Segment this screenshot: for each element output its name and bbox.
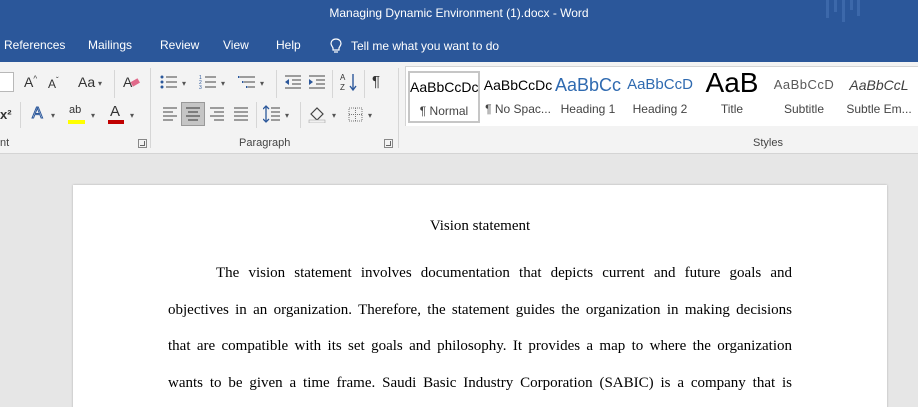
tell-me-box[interactable]: Tell me what you want to do bbox=[330, 38, 499, 54]
style-normal[interactable]: AaBbCcDc ¶ Normal bbox=[408, 71, 480, 123]
svg-text:Z: Z bbox=[340, 83, 345, 92]
style-name: Subtle Em... bbox=[846, 102, 912, 116]
highlight-color-bar bbox=[68, 120, 85, 124]
document-page[interactable]: Vision statement The vision statement in… bbox=[73, 185, 887, 407]
style-heading-2[interactable]: AaBbCcD Heading 2 bbox=[624, 71, 696, 123]
style-preview: AaBbCcDc bbox=[483, 77, 553, 93]
chevron-down-icon[interactable]: ▾ bbox=[368, 111, 372, 120]
align-center-button[interactable] bbox=[181, 102, 205, 126]
font-dialog-launcher[interactable] bbox=[138, 139, 147, 148]
decrease-indent-icon[interactable] bbox=[284, 74, 302, 90]
multilevel-list-icon[interactable] bbox=[238, 74, 256, 90]
chevron-down-icon[interactable]: ▾ bbox=[91, 111, 95, 120]
style-preview: AaBbCc bbox=[554, 75, 622, 95]
line-spacing-icon[interactable] bbox=[263, 105, 281, 123]
chevron-down-icon[interactable]: ▾ bbox=[130, 111, 134, 120]
paragraph-line: The vision statement involves documentat… bbox=[216, 265, 792, 281]
window-title: Managing Dynamic Environment (1).docx - … bbox=[329, 6, 589, 20]
title-decoration bbox=[826, 0, 860, 22]
tab-review[interactable]: Review bbox=[160, 38, 199, 52]
paragraph-group-label: Paragraph bbox=[239, 137, 291, 149]
font-color-bar bbox=[108, 120, 124, 124]
shading-icon[interactable] bbox=[308, 105, 328, 123]
justify-icon[interactable] bbox=[233, 107, 249, 121]
superscript-button[interactable]: x² bbox=[0, 107, 12, 122]
group-divider bbox=[150, 68, 151, 148]
align-center-icon bbox=[186, 107, 200, 121]
style-subtle-emphasis[interactable]: AaBbCcL Subtle Em... bbox=[840, 71, 918, 123]
divider bbox=[20, 102, 21, 128]
svg-text:A: A bbox=[340, 73, 346, 82]
style-name: Title bbox=[720, 102, 744, 116]
svg-text:3: 3 bbox=[199, 85, 202, 90]
font-color-button[interactable]: A bbox=[106, 103, 126, 124]
style-title[interactable]: AaB Title bbox=[696, 71, 768, 123]
divider bbox=[276, 70, 277, 98]
align-left-icon[interactable] bbox=[162, 107, 178, 121]
numbering-icon[interactable]: 123 bbox=[199, 74, 217, 90]
style-preview: AaBbCcD bbox=[773, 77, 835, 92]
clear-formatting-icon[interactable]: A bbox=[122, 72, 140, 92]
change-case-button[interactable]: Aa bbox=[78, 74, 95, 90]
increase-indent-icon[interactable] bbox=[308, 74, 326, 90]
tab-mailings[interactable]: Mailings bbox=[88, 38, 132, 52]
font-size-box[interactable] bbox=[0, 72, 14, 92]
tell-me-text: Tell me what you want to do bbox=[351, 39, 500, 53]
style-name: Subtitle bbox=[783, 102, 825, 116]
chevron-down-icon[interactable]: ▾ bbox=[51, 111, 55, 120]
style-subtitle[interactable]: AaBbCcD Subtitle bbox=[768, 71, 840, 123]
borders-icon[interactable] bbox=[348, 107, 363, 122]
chevron-down-icon[interactable]: ▾ bbox=[182, 79, 186, 88]
style-name: ¶ No Spac... bbox=[485, 102, 551, 116]
divider bbox=[256, 102, 257, 128]
sort-icon[interactable]: A Z bbox=[340, 72, 358, 92]
lightbulb-icon bbox=[330, 38, 342, 53]
grow-font-button[interactable]: A^ bbox=[24, 74, 37, 90]
align-right-icon[interactable] bbox=[209, 107, 225, 121]
title-bar: Managing Dynamic Environment (1).docx - … bbox=[0, 0, 918, 30]
style-preview: AaBbCcD bbox=[627, 76, 693, 93]
document-heading: Vision statement bbox=[429, 218, 531, 234]
style-name: Heading 1 bbox=[560, 102, 616, 116]
tab-view[interactable]: View bbox=[223, 38, 249, 52]
ribbon-tabs: References Mailings Review View Help Tel… bbox=[0, 30, 918, 62]
styles-gallery: AaBbCcDc ¶ Normal AaBbCcDc ¶ No Spac... … bbox=[405, 66, 918, 126]
shrink-font-button[interactable]: Aˇ bbox=[48, 76, 59, 91]
chevron-down-icon[interactable]: ▾ bbox=[98, 79, 102, 88]
style-preview: AaBbCcL bbox=[849, 77, 909, 93]
divider bbox=[364, 70, 365, 98]
divider bbox=[114, 70, 115, 98]
paragraph-line: that are compatible with its set goals a… bbox=[168, 338, 792, 354]
group-divider bbox=[398, 68, 399, 148]
highlight-button[interactable]: ab bbox=[66, 104, 88, 124]
document-area: Vision statement The vision statement in… bbox=[0, 155, 918, 407]
paragraph-line: wants to be given a time frame. Saudi Ba… bbox=[168, 375, 792, 391]
font-color-label: A bbox=[110, 103, 121, 120]
style-name: Heading 2 bbox=[632, 102, 688, 116]
style-name: ¶ Normal bbox=[419, 104, 469, 118]
chevron-down-icon[interactable]: ▾ bbox=[221, 79, 225, 88]
style-heading-1[interactable]: AaBbCc Heading 1 bbox=[552, 71, 624, 123]
show-marks-button[interactable]: ¶ bbox=[372, 73, 380, 90]
tab-references[interactable]: References bbox=[4, 38, 65, 52]
divider bbox=[300, 102, 301, 128]
ribbon: A^ Aˇ Aa ▾ A x² A ▾ ab ▾ A ▾ nt ▾ 1 2 3 … bbox=[0, 62, 918, 154]
chevron-down-icon[interactable]: ▾ bbox=[285, 111, 289, 120]
bullets-icon[interactable] bbox=[160, 74, 178, 90]
text-effects-button[interactable]: A bbox=[32, 105, 44, 123]
styles-group-label: Styles bbox=[753, 137, 783, 149]
font-group-label: nt bbox=[0, 137, 10, 149]
style-no-spacing[interactable]: AaBbCcDc ¶ No Spac... bbox=[482, 71, 554, 123]
chevron-down-icon[interactable]: ▾ bbox=[260, 79, 264, 88]
paragraph-dialog-launcher[interactable] bbox=[384, 139, 393, 148]
divider bbox=[332, 70, 333, 98]
highlight-label: ab bbox=[69, 104, 82, 116]
paragraph-line: objectives in an organization. Therefore… bbox=[168, 302, 792, 318]
style-preview: AaBbCcDc bbox=[410, 79, 478, 95]
tab-help[interactable]: Help bbox=[276, 38, 301, 52]
style-preview: AaB bbox=[705, 71, 759, 98]
chevron-down-icon[interactable]: ▾ bbox=[332, 111, 336, 120]
